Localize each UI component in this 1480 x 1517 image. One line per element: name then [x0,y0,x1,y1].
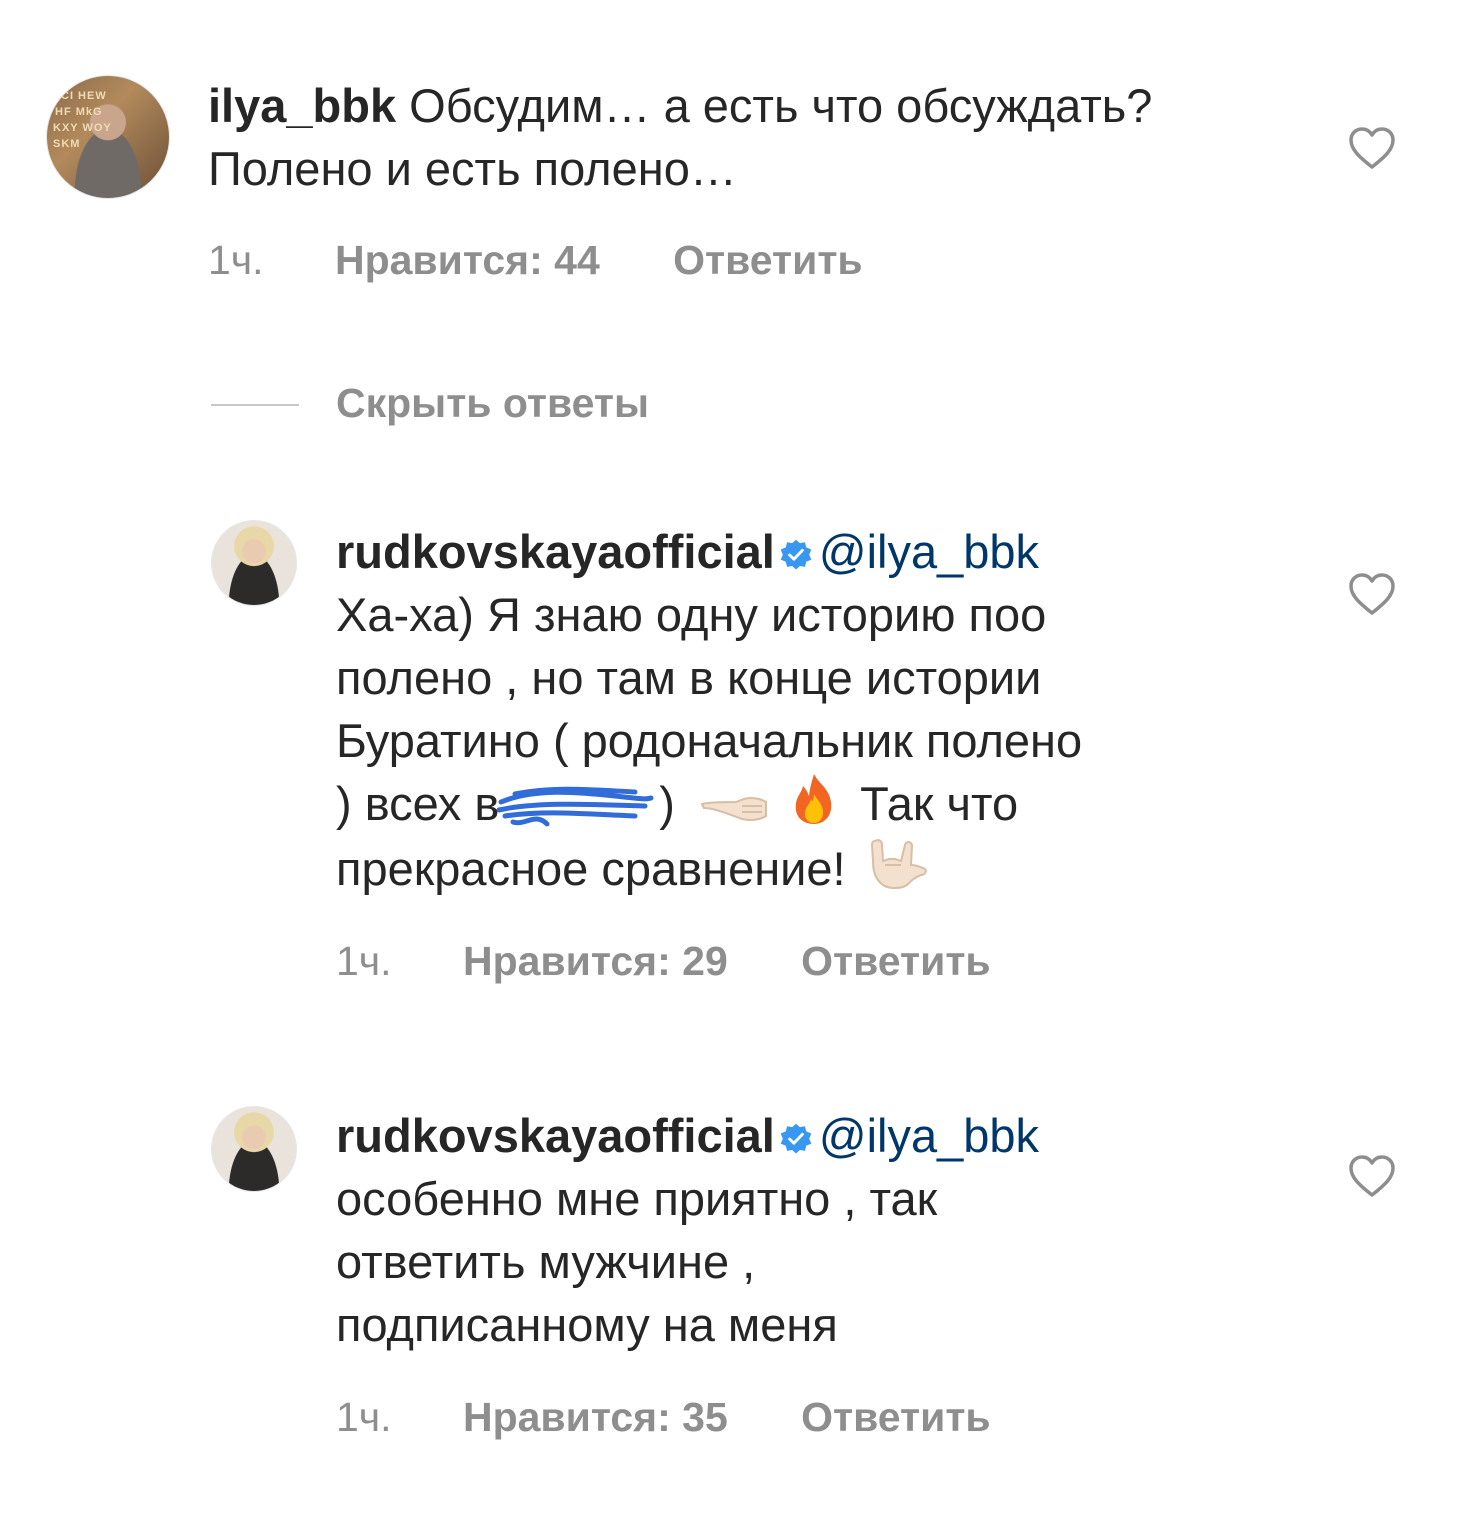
comment-2-mention[interactable]: @ilya_bbk [819,525,1039,578]
comment-2-line4-end: Так что [860,777,1019,830]
redaction-scribble [496,786,659,828]
comment-3-line3: подписанному на меня [336,1298,838,1351]
comment-3-meta: 1ч. Нравится: 35 Ответить [336,1394,991,1441]
comment-1-body: ilya_bbk Обсудим… а есть что обсуждать? … [208,74,1288,200]
divider-line [211,404,299,406]
comment-1-likes[interactable]: Нравится: 44 [335,237,600,283]
comment-2-line5: прекрасное сравнение! [336,835,1316,900]
comment-2-reply-button[interactable]: Ответить [801,938,990,984]
comment-2-line5-text: прекрасное сравнение! [336,842,846,895]
comment-3-line2: ответить мужчине , [336,1235,756,1288]
fire-emoji [795,774,832,824]
avatar-ilya-bbk[interactable]: CI НEW HF MkG KXY WOY SKM [46,75,170,199]
comment-2-username[interactable]: rudkovskayaofficial [336,525,775,578]
pointing-left-hand-emoji [700,797,768,821]
rock-on-hand-emoji [870,839,927,889]
verified-badge-icon [780,539,812,570]
avatar-rudkovskaya[interactable] [211,1106,297,1192]
comment-2-line4: ) всех в) Так что [336,772,1316,835]
avatar-rudkovskaya[interactable] [211,520,297,606]
like-heart-icon[interactable] [1348,572,1396,616]
comment-2-likes[interactable]: Нравится: 29 [463,938,728,984]
comment-2-line4-close: ) [659,777,675,830]
comment-3-username[interactable]: rudkovskayaofficial [336,1109,775,1162]
comment-3-body: rudkovskayaofficial @ilya_bbk особенно мн… [336,1104,1316,1356]
comment-3-reply-button[interactable]: Ответить [801,1394,990,1440]
comment-2-meta: 1ч. Нравится: 29 Ответить [336,938,991,985]
comment-2-line3: Буратино ( родоначальник полено [336,714,1083,767]
comment-2-line4-start: ) всех в [336,777,500,830]
comment-1-meta: 1ч. Нравится: 44 Ответить [208,237,863,284]
comment-3-line1: особенно мне приятно , так [336,1172,938,1225]
comment-1-username[interactable]: ilya_bbk [208,79,396,132]
verified-badge-icon [780,1123,812,1154]
like-heart-icon[interactable] [1348,126,1396,170]
comment-3-likes[interactable]: Нравится: 35 [463,1394,728,1440]
like-heart-icon[interactable] [1348,1154,1396,1198]
comment-3-mention[interactable]: @ilya_bbk [819,1109,1039,1162]
comment-2-body: rudkovskayaofficial @ilya_bbk Ха-ха) Я зн… [336,520,1316,900]
comment-1-reply-button[interactable]: Ответить [673,237,862,283]
comment-2-line1: Ха-ха) Я знаю одну историю поо [336,588,1047,641]
comment-3-time: 1ч. [336,1394,392,1440]
comment-1-time: 1ч. [208,237,264,283]
comment-2-time: 1ч. [336,938,392,984]
hide-replies-button[interactable]: Скрыть ответы [336,380,649,427]
comment-2-line2: полено , но там в конце истории [336,651,1042,704]
